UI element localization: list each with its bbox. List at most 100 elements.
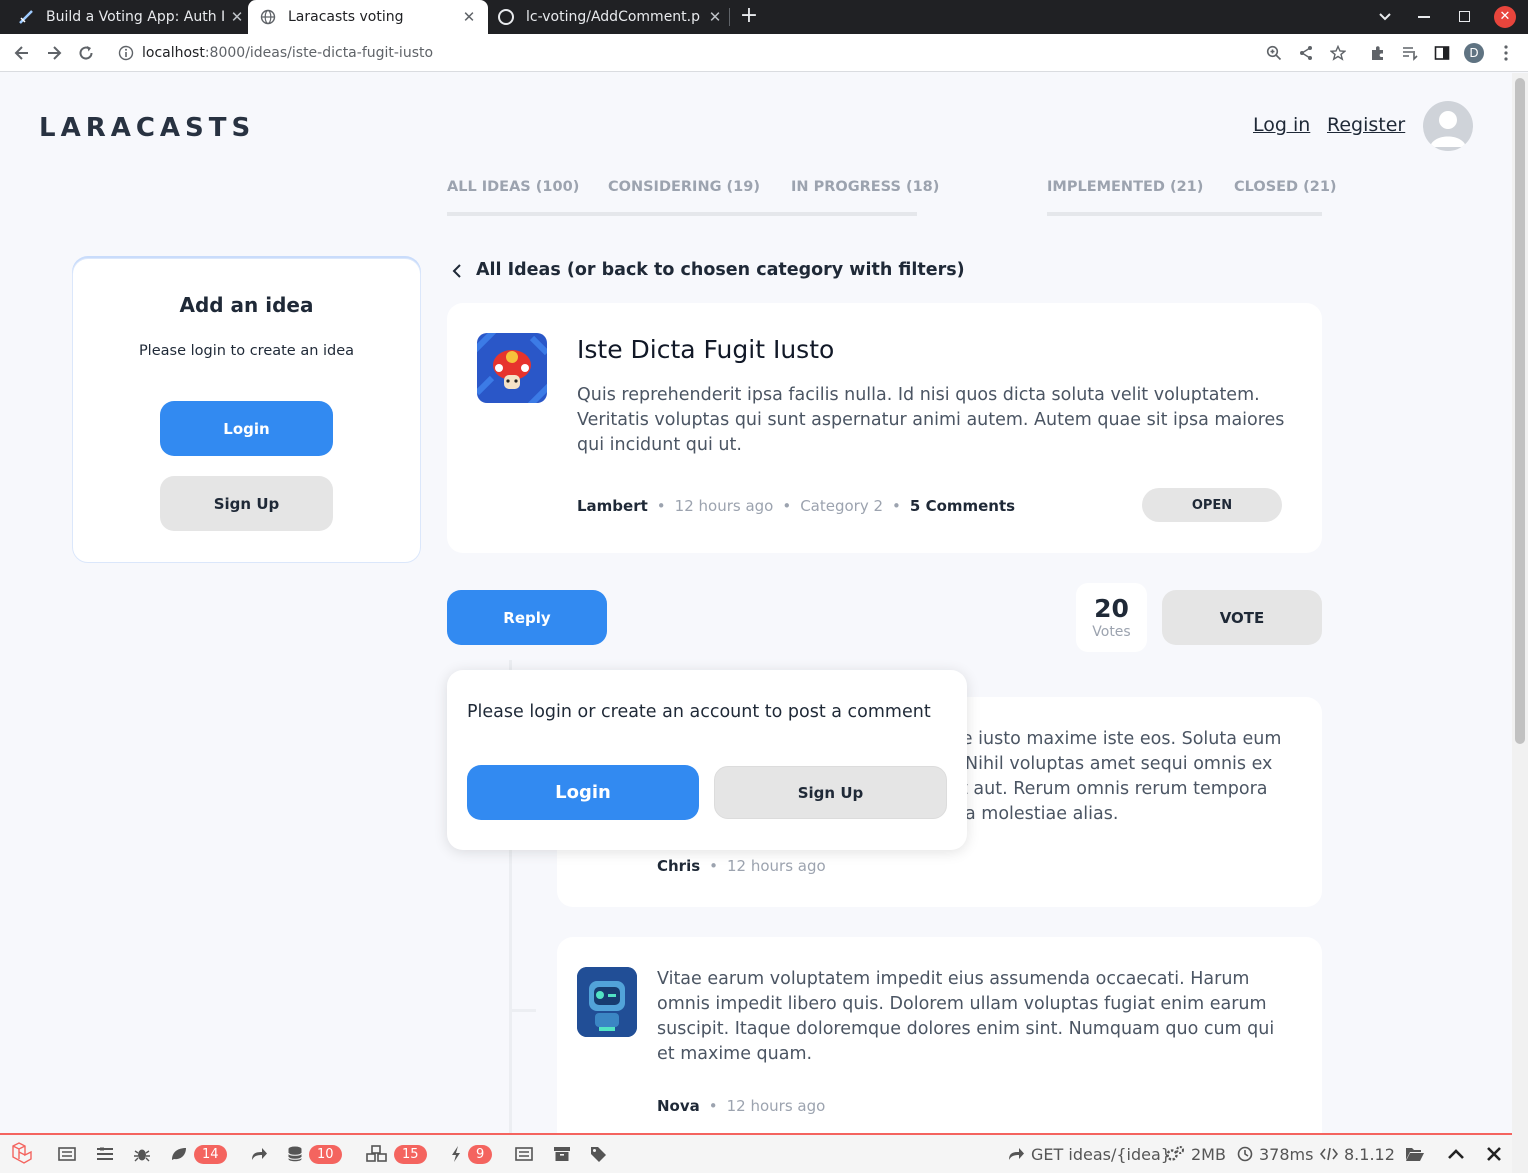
views-leaf-icon[interactable]: 14 [170, 1135, 227, 1173]
route-arrow-icon[interactable] [250, 1135, 268, 1173]
events-bolt-icon[interactable]: 9 [450, 1135, 493, 1173]
messages-icon[interactable] [58, 1135, 76, 1173]
comment-meta: Nova • 12 hours ago [657, 1097, 825, 1115]
reading-list-icon[interactable] [1394, 34, 1426, 72]
models-count-badge: 15 [394, 1144, 427, 1164]
reload-icon[interactable] [70, 34, 102, 72]
comment-time: 12 hours ago [727, 857, 826, 875]
filter-closed[interactable]: CLOSED (21) [1234, 179, 1337, 195]
comment-text: Vitae earum voluptatem impedit eius assu… [657, 969, 1275, 1064]
clock-icon [1237, 1146, 1253, 1162]
open-folder-icon[interactable] [1405, 1135, 1425, 1173]
filter-all-ideas[interactable]: ALL IDEAS (100) [447, 179, 579, 195]
url-host: localhost [142, 45, 205, 61]
code-icon [1320, 1147, 1338, 1161]
meta-dot: • [709, 857, 719, 875]
zoom-icon[interactable] [1258, 34, 1290, 72]
tab-label: Build a Voting App: Auth I [46, 9, 226, 25]
idea-comments-count[interactable]: 5 Comments [910, 497, 1015, 515]
laracasts-favicon-icon [18, 9, 34, 25]
browser-tab-1[interactable]: Build a Voting App: Auth I ✕ [14, 0, 246, 34]
sidebar-login-button[interactable]: Login [160, 401, 333, 456]
idea-card: Iste Dicta Fugit Iusto Quis reprehenderi… [447, 303, 1322, 553]
memory-usage[interactable]: 2MB [1165, 1135, 1226, 1173]
views-count-badge: 14 [194, 1144, 227, 1164]
browser-tab-3[interactable]: lc-voting/AddComment.p ✕ [494, 0, 724, 34]
browser-tab-2-active[interactable]: Laracasts voting ✕ [248, 0, 488, 34]
queries-database-icon[interactable]: 10 [287, 1135, 342, 1173]
back-arrow-icon[interactable] [6, 34, 38, 72]
maximize-chevron-up-icon[interactable] [1447, 1135, 1465, 1173]
idea-status-badge[interactable]: OPEN [1142, 488, 1282, 522]
votes-count: 20 [1094, 594, 1129, 623]
tab-close-icon[interactable]: ✕ [706, 8, 724, 26]
forward-arrow-icon[interactable] [38, 34, 70, 72]
idea-title[interactable]: Iste Dicta Fugit Iusto [577, 335, 834, 364]
cogs-icon [1166, 1146, 1184, 1161]
votes-label: Votes [1092, 624, 1131, 640]
php-version[interactable]: 8.1.12 [1320, 1135, 1395, 1173]
add-idea-title: Add an idea [179, 293, 314, 317]
current-route[interactable]: GET ideas/{idea} [1007, 1135, 1171, 1173]
reply-button[interactable]: Reply [447, 590, 607, 645]
php-version-label: 8.1.12 [1344, 1144, 1395, 1164]
popup-signup-button[interactable]: Sign Up [714, 766, 947, 819]
address-bar[interactable]: localhost:8000/ideas/iste-dicta-fugit-iu… [110, 38, 1300, 68]
comment-author: Nova [657, 1097, 700, 1115]
globe-icon [260, 9, 276, 25]
site-info-icon[interactable] [110, 45, 142, 61]
back-to-ideas-link[interactable]: All Ideas (or back to chosen category wi… [476, 260, 965, 280]
session-archive-icon[interactable] [553, 1135, 571, 1173]
timeline-connector [512, 1009, 536, 1012]
meta-dot: • [782, 497, 792, 515]
tab-close-icon[interactable]: ✕ [460, 8, 478, 26]
laravel-debugbar: 14 10 15 9 GET ideas/{idea} 2MB 378ms 8.… [0, 1133, 1512, 1173]
url-path: :8000/ideas/iste-dicta-fugit-iusto [204, 45, 434, 61]
chevron-left-icon[interactable] [450, 262, 464, 280]
exceptions-bug-icon[interactable] [133, 1135, 151, 1173]
filter-considering[interactable]: CONSIDERING (19) [608, 179, 760, 195]
queries-count-badge: 10 [309, 1144, 342, 1164]
filter-in-progress[interactable]: IN PROGRESS (18) [791, 179, 939, 195]
side-panel-icon[interactable] [1426, 34, 1458, 72]
route-share-icon [1009, 1148, 1024, 1160]
share-icon[interactable] [1290, 34, 1322, 72]
idea-category: Category 2 [800, 497, 884, 515]
tab-search-chevron-icon[interactable] [1376, 9, 1394, 25]
comment-meta: Chris • 12 hours ago [657, 857, 826, 875]
login-link[interactable]: Log in [1253, 114, 1310, 136]
tags-icon[interactable] [590, 1135, 610, 1173]
comment-author: Chris [657, 857, 701, 875]
request-duration[interactable]: 378ms [1237, 1135, 1313, 1173]
close-debugbar-icon[interactable] [1486, 1135, 1502, 1173]
tab-close-icon[interactable]: ✕ [228, 8, 246, 26]
register-link[interactable]: Register [1327, 114, 1405, 136]
profile-avatar[interactable]: D [1464, 43, 1484, 63]
request-icon[interactable] [515, 1135, 533, 1173]
timeline-icon[interactable] [96, 1135, 114, 1173]
bookmark-star-icon[interactable] [1322, 34, 1354, 72]
filter-underline-left [447, 212, 917, 216]
minimize-icon[interactable] [1418, 16, 1430, 18]
idea-time: 12 hours ago [674, 497, 774, 515]
scrollbar-thumb[interactable] [1515, 78, 1525, 744]
meta-dot: • [708, 1097, 718, 1115]
tab-label: lc-voting/AddComment.p [526, 9, 701, 25]
tab-label: Laracasts voting [288, 9, 404, 25]
comment-card: Vitae earum voluptatem impedit eius assu… [557, 937, 1322, 1133]
popup-login-button[interactable]: Login [467, 765, 699, 820]
filter-implemented[interactable]: IMPLEMENTED (21) [1047, 179, 1203, 195]
restore-icon[interactable] [1459, 11, 1470, 22]
sidebar-signup-button[interactable]: Sign Up [160, 476, 333, 531]
laravel-logo-icon[interactable] [10, 1135, 38, 1173]
models-cubes-icon[interactable]: 15 [366, 1135, 427, 1173]
window-close-icon[interactable]: ✕ [1494, 6, 1516, 28]
user-avatar[interactable] [1423, 101, 1473, 151]
login-required-popup: Please login or create an account to pos… [447, 670, 967, 850]
duration-label: 378ms [1259, 1144, 1314, 1164]
kebab-menu-icon[interactable] [1490, 34, 1522, 72]
extensions-puzzle-icon[interactable] [1362, 34, 1394, 72]
vote-button[interactable]: VOTE [1162, 590, 1322, 645]
new-tab-plus-icon[interactable]: + [738, 5, 760, 28]
laracasts-logo[interactable]: LARACASTS [39, 113, 255, 143]
